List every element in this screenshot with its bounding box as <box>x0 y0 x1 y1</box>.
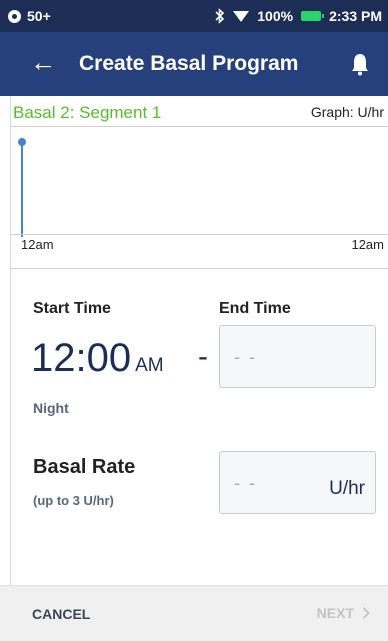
footer-bar: CANCEL NEXT <box>0 585 388 641</box>
bell-icon[interactable] <box>350 52 370 76</box>
axis-start-label: 12am <box>21 237 54 252</box>
basal-rate-label: Basal Rate <box>33 456 136 478</box>
basal-rate-placeholder: - - <box>234 473 257 493</box>
end-time-label: End Time <box>219 300 291 317</box>
end-time-field[interactable]: - - <box>219 325 376 388</box>
period-label: Night <box>33 400 69 416</box>
axis-end-label: 12am <box>351 237 384 252</box>
basal-rate-hint: (up to 3 U/hr) <box>33 493 114 508</box>
status-left: 50+ <box>8 8 51 24</box>
chevron-right-icon <box>362 607 370 619</box>
graph-bottom-divider <box>11 268 388 269</box>
start-time-label: Start Time <box>33 300 111 317</box>
wifi-icon <box>233 11 250 22</box>
app-bar: ← Create Basal Program <box>0 32 388 96</box>
back-arrow-icon[interactable]: ← <box>30 47 56 77</box>
time-separator: - <box>198 340 208 373</box>
start-time-clock: 12:00 <box>31 336 132 380</box>
start-time-ampm: AM <box>135 355 164 376</box>
start-time-value: 12:00 AM <box>31 336 164 381</box>
notification-icon <box>8 9 21 23</box>
status-right: 100% 2:33 PM <box>215 8 382 24</box>
graph-top-divider <box>11 126 388 127</box>
notification-count: 50+ <box>27 8 51 24</box>
status-bar: 50+ 100% 2:33 PM <box>0 0 388 32</box>
cancel-button[interactable]: CANCEL <box>32 606 90 622</box>
graph-segment-line <box>21 142 23 237</box>
segment-label: Basal 2: Segment 1 <box>13 103 162 122</box>
clock: 2:33 PM <box>329 8 382 24</box>
basal-rate-unit: U/hr <box>329 478 365 499</box>
next-button-label: NEXT <box>316 605 354 621</box>
basal-graph: Basal 2: Segment 1 Graph: U/hr 12am 12am <box>10 96 388 270</box>
segment-form: Start Time End Time 12:00 AM - - - Night … <box>10 270 388 585</box>
next-button[interactable]: NEXT <box>317 605 370 621</box>
bluetooth-icon <box>215 8 225 24</box>
graph-unit-label: Graph: U/hr <box>310 104 384 120</box>
battery-icon <box>301 11 325 21</box>
page-title: Create Basal Program <box>79 52 299 75</box>
graph-baseline <box>11 234 388 235</box>
basal-rate-field[interactable]: - - U/hr <box>219 451 376 514</box>
battery-percent: 100% <box>257 8 294 24</box>
end-time-placeholder: - - <box>234 347 257 367</box>
graph-segment-marker <box>18 138 26 146</box>
